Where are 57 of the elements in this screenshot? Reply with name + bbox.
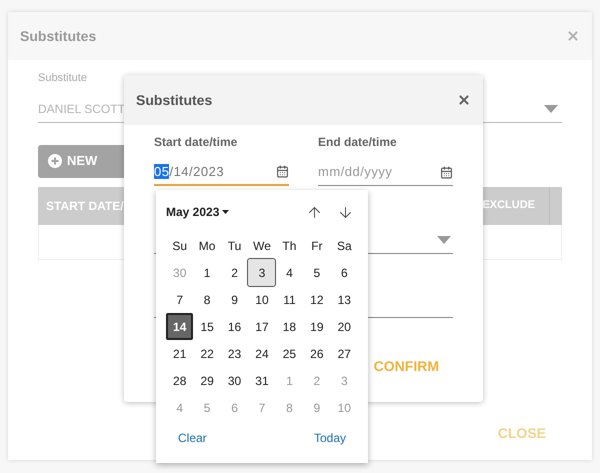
today-link[interactable]: Today — [314, 429, 346, 447]
weekday-label: Th — [281, 238, 298, 254]
day-cell[interactable]: 6 — [330, 259, 358, 286]
field-label: Start date/time — [154, 134, 238, 151]
plus-circle-icon — [48, 154, 62, 168]
field-label: Substitute — [38, 71, 88, 86]
day-cell[interactable]: 15 — [194, 313, 221, 340]
dialog-title: Substitutes — [20, 26, 96, 46]
day-cell[interactable]: 9 — [221, 286, 248, 313]
close-icon[interactable] — [457, 93, 471, 107]
weekday-label: Sa — [336, 238, 353, 254]
day-cell[interactable]: 11 — [276, 286, 303, 313]
calendar-icon[interactable] — [276, 165, 289, 178]
day-cell[interactable]: 8 — [194, 286, 221, 313]
day-cell[interactable]: 2 — [221, 259, 248, 286]
clear-link[interactable]: Clear — [178, 429, 207, 447]
dropdown-arrow-icon[interactable] — [437, 236, 451, 244]
day-cell[interactable]: 12 — [303, 286, 330, 313]
day-cell[interactable]: 1 — [194, 259, 221, 286]
date-input[interactable]: mm/dd/yyyy — [318, 162, 428, 182]
day-cell[interactable]: 23 — [221, 340, 248, 367]
day-cell[interactable]: 28 — [166, 367, 194, 394]
day-cell[interactable]: 14 — [166, 313, 194, 340]
day-cell[interactable]: 27 — [330, 340, 358, 367]
day-cell[interactable]: 16 — [221, 313, 248, 340]
day-cell[interactable]: 31 — [248, 367, 276, 394]
weekday-label: Fr — [310, 238, 324, 254]
month-selector[interactable]: May 2023 — [166, 203, 230, 221]
day-cell[interactable]: 30 — [221, 367, 248, 394]
weekday-label: Tu — [226, 238, 242, 254]
caret-icon — [222, 210, 230, 214]
day-cell[interactable]: 19 — [303, 313, 330, 340]
weekday-label: Mo — [198, 238, 216, 254]
day-cell[interactable]: 7 — [166, 286, 194, 313]
day-cell[interactable]: 18 — [276, 313, 303, 340]
day-cell[interactable]: 17 — [248, 313, 276, 340]
end-date-field[interactable]: mm/dd/yyyy — [318, 159, 453, 186]
day-cell[interactable]: 10 — [248, 286, 276, 313]
start-date-field[interactable]: 05/14/2023 — [154, 159, 289, 186]
date-value: 05/14/2023 — [154, 162, 224, 181]
weekday-label: Su — [171, 238, 188, 254]
day-cell[interactable]: 29 — [194, 367, 221, 394]
calendar-icon[interactable] — [440, 166, 453, 178]
day-cell[interactable]: 24 — [248, 340, 276, 367]
dropdown-arrow-icon[interactable] — [544, 105, 558, 113]
day-cell[interactable]: 22 — [194, 340, 221, 367]
day-cell[interactable]: 3 — [248, 259, 276, 286]
field-label: End date/time — [318, 134, 398, 151]
day-cell[interactable]: 20 — [330, 313, 358, 340]
day-cell[interactable]: 13 — [330, 286, 358, 313]
day-cell[interactable]: 21 — [166, 340, 194, 367]
day-cell[interactable]: 4 — [276, 259, 303, 286]
dialog-title: Substitutes — [136, 90, 212, 110]
weekday-label: We — [252, 238, 272, 254]
day-cell[interactable]: 25 — [276, 340, 303, 367]
day-cell[interactable]: 26 — [303, 340, 330, 367]
day-cell[interactable]: 5 — [303, 259, 330, 286]
